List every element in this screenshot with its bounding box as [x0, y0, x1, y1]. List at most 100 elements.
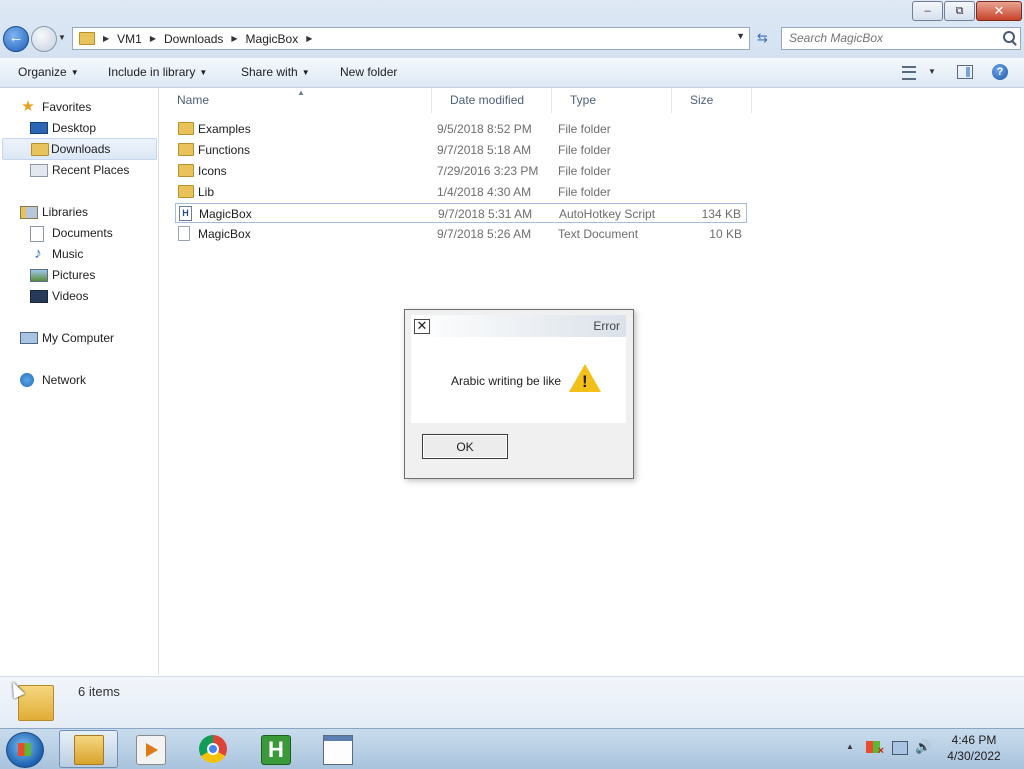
autohotkey-icon: H	[261, 735, 291, 765]
dialog-title: Error	[593, 319, 620, 333]
file-type: File folder	[558, 164, 611, 178]
search-box[interactable]	[781, 27, 1021, 50]
organize-button[interactable]: Organize ▼	[18, 65, 79, 79]
column-date-label: Date modified	[450, 93, 525, 107]
refresh-icon[interactable]: ⇆	[752, 28, 773, 49]
column-header-size[interactable]: Size	[672, 88, 752, 113]
file-row[interactable]: MagicBox 9/7/2018 5:26 AM Text Document …	[175, 224, 747, 244]
ok-button[interactable]: OK	[422, 434, 508, 459]
breadcrumb-downloads[interactable]: Downloads	[164, 32, 223, 46]
restore-button[interactable]: ⧉	[944, 1, 975, 21]
nav-network[interactable]: Network	[20, 370, 150, 390]
taskbar-autohotkey-button[interactable]: H	[246, 730, 305, 768]
nav-documents-label: Documents	[52, 226, 113, 240]
nav-libraries-label: Libraries	[42, 205, 89, 219]
file-name: Lib	[198, 185, 215, 199]
breadcrumb-chevron-icon[interactable]: ▶	[231, 34, 237, 43]
taskbar-chrome-button[interactable]	[184, 730, 243, 768]
column-size-label: Size	[690, 93, 714, 107]
network-icon	[20, 373, 34, 387]
nav-documents[interactable]: Documents	[30, 223, 150, 243]
nav-music[interactable]: ♪ Music	[30, 244, 150, 264]
preview-pane-icon[interactable]	[957, 65, 973, 79]
file-date: 9/5/2018 8:52 PM	[437, 122, 532, 136]
desktop-icon	[30, 122, 48, 134]
videos-icon	[30, 290, 48, 303]
folder-icon	[178, 122, 194, 135]
breadcrumb-chevron-icon[interactable]: ▶	[306, 34, 312, 43]
file-row[interactable]: Examples 9/5/2018 8:52 PM File folder	[175, 119, 747, 139]
new-folder-label: New folder	[340, 65, 398, 79]
file-row[interactable]: Lib 1/4/2018 4:30 AM File folder	[175, 182, 747, 202]
minimize-button[interactable]: –	[912, 1, 943, 21]
nav-recent-places[interactable]: Recent Places	[30, 160, 150, 180]
folder-icon	[79, 32, 95, 45]
dialog-close-button[interactable]: ✕	[414, 319, 430, 334]
windows-explorer-icon	[74, 735, 104, 765]
column-header-date-modified[interactable]: Date modified	[432, 88, 552, 113]
file-row[interactable]: Functions 9/7/2018 5:18 AM File folder	[175, 140, 747, 160]
folder-icon	[178, 143, 194, 156]
change-view-icon[interactable]	[902, 66, 916, 80]
sort-ascending-icon: ▲	[297, 88, 305, 97]
file-row[interactable]: Icons 7/29/2016 3:23 PM File folder	[175, 161, 747, 181]
share-with-button[interactable]: Share with ▼	[241, 65, 310, 79]
forward-button[interactable]	[31, 26, 57, 52]
address-dropdown-icon[interactable]: ▼	[736, 31, 745, 41]
nav-downloads[interactable]: Downloads	[2, 138, 157, 160]
nav-pictures-label: Pictures	[52, 268, 96, 282]
recent-places-icon	[30, 164, 48, 177]
new-folder-button[interactable]: New folder	[340, 65, 397, 79]
nav-my-computer[interactable]: My Computer	[20, 328, 150, 348]
column-name-label: Name	[177, 93, 210, 107]
address-bar[interactable]: ▶ VM1 ▶ Downloads ▶ MagicBox ▶ ▼	[72, 27, 750, 50]
view-options-chevron-icon[interactable]: ▼	[928, 67, 936, 76]
file-type: File folder	[558, 122, 611, 136]
back-button[interactable]	[3, 26, 29, 52]
search-input[interactable]	[782, 28, 994, 47]
file-name: MagicBox	[198, 227, 251, 241]
chevron-down-icon: ▼	[70, 68, 79, 77]
clock-time: 4:46 PM	[951, 733, 997, 747]
file-row[interactable]: H MagicBox 9/7/2018 5:31 AM AutoHotkey S…	[175, 203, 747, 223]
file-type: File folder	[558, 185, 611, 199]
action-center-icon[interactable]	[866, 741, 884, 757]
clock[interactable]: 4:46 PM 4/30/2022	[938, 732, 1010, 764]
breadcrumb-magicbox[interactable]: MagicBox	[246, 32, 299, 46]
file-size: 10 KB	[709, 227, 742, 241]
nav-favorites[interactable]: ★ Favorites	[20, 97, 150, 117]
taskbar-explorer-button[interactable]	[59, 730, 118, 768]
breadcrumb-chevron-icon[interactable]: ▶	[150, 34, 156, 43]
nav-videos[interactable]: Videos	[30, 286, 150, 306]
file-date: 9/7/2018 5:18 AM	[437, 143, 532, 157]
column-header-name[interactable]: Name ▲	[159, 88, 432, 113]
recent-pages-chevron-icon[interactable]: ▼	[58, 33, 66, 42]
nav-pictures[interactable]: Pictures	[30, 265, 150, 285]
network-tray-icon[interactable]	[892, 741, 908, 755]
search-icon[interactable]	[1003, 31, 1015, 43]
breadcrumb-chevron-icon[interactable]: ▶	[103, 34, 109, 43]
breadcrumb-vm1[interactable]: VM1	[117, 32, 142, 46]
nav-network-label: Network	[42, 373, 87, 387]
file-date: 9/7/2018 5:26 AM	[437, 227, 532, 241]
nav-libraries[interactable]: Libraries	[20, 202, 150, 222]
file-name: Functions	[198, 143, 251, 157]
help-icon[interactable]: ?	[992, 64, 1008, 80]
nav-favorites-label: Favorites	[42, 100, 92, 114]
taskbar-media-player-button[interactable]	[121, 730, 180, 768]
dialog-body: Arabic writing be like	[411, 337, 626, 423]
taskbar-window-button[interactable]	[308, 730, 367, 768]
nav-desktop[interactable]: Desktop	[30, 118, 150, 138]
star-icon: ★	[21, 98, 35, 115]
close-button[interactable]: ✕	[976, 1, 1022, 21]
show-hidden-icons-icon[interactable]: ▲	[846, 742, 854, 751]
start-button[interactable]	[6, 732, 44, 768]
folder-icon	[178, 185, 194, 198]
volume-icon[interactable]: 🔊	[915, 740, 931, 753]
include-in-library-button[interactable]: Include in library ▼	[108, 65, 207, 79]
file-type: File folder	[558, 143, 611, 157]
file-name: Icons	[198, 164, 227, 178]
column-header-type[interactable]: Type	[552, 88, 672, 113]
minimize-icon: –	[924, 5, 931, 17]
chrome-icon	[199, 735, 227, 763]
